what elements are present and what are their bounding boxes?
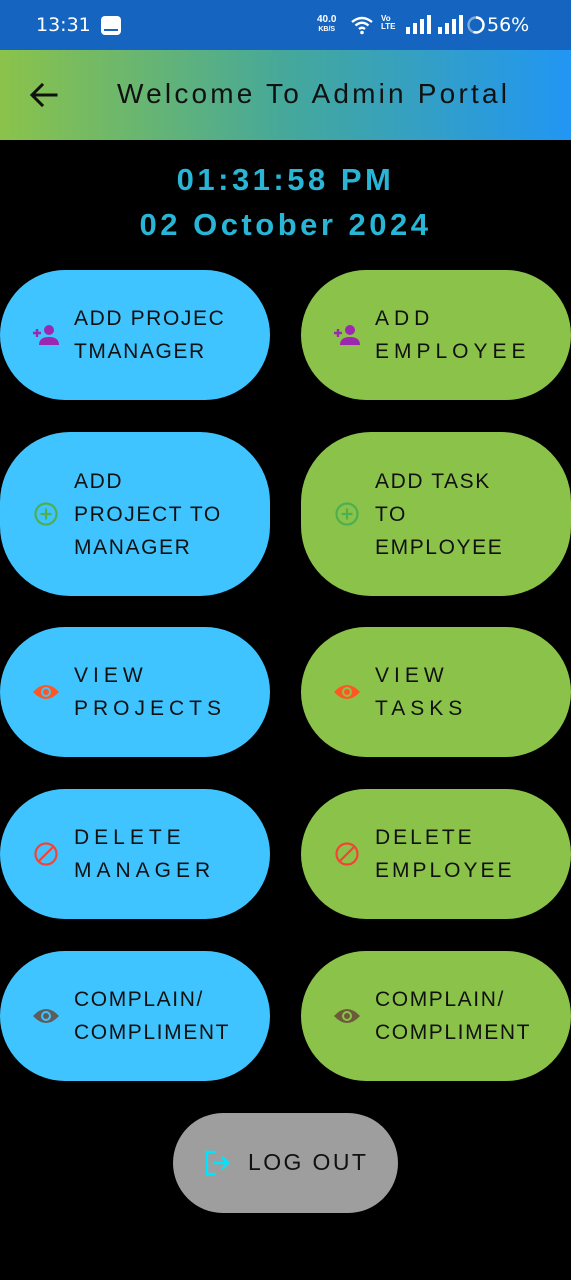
view-tasks-button[interactable]: VIEW TASKS <box>301 627 571 757</box>
logout-icon <box>205 1150 230 1176</box>
volte-bottom: LTE <box>381 22 396 31</box>
battery-ring-icon <box>467 16 485 34</box>
wifi-icon <box>351 16 373 35</box>
page-title: Welcome To Admin Portal <box>117 78 511 109</box>
complain-compliment-employee-button[interactable]: COMPLAIN/ COMPLIMENT <box>301 951 571 1081</box>
network-speed: 40.0 KB/S <box>317 15 336 34</box>
status-bar: 13:31 40.0 KB/S Vo LTE 56% <box>0 0 571 50</box>
arrow-back-icon[interactable] <box>26 80 62 110</box>
app-bar: Welcome To Admin Portal <box>0 50 571 140</box>
complain-compliment-employee-label: COMPLAIN/ COMPLIMENT <box>375 988 532 1044</box>
add-task-to-employee-label: ADD TASK TO EMPLOYEE <box>375 469 504 559</box>
clock-date: 02 October 2024 <box>139 207 432 242</box>
complain-compliment-manager-button[interactable]: COMPLAIN/ COMPLIMENT <box>0 951 270 1081</box>
person-add-icon <box>333 321 361 349</box>
notification-app-icon <box>101 16 121 35</box>
delete-employee-button[interactable]: DELETE EMPLOYEE <box>301 789 571 919</box>
visibility-icon <box>333 1002 361 1030</box>
add-project-manager-label: ADD PROJEC TMANAGER <box>74 307 226 363</box>
volte-indicator: Vo LTE <box>381 15 396 31</box>
add-circle-icon <box>32 500 60 528</box>
view-tasks-label: VIEW TASKS <box>375 664 468 720</box>
network-speed-unit: KB/S <box>318 26 336 33</box>
visibility-icon <box>32 678 60 706</box>
add-project-manager-button[interactable]: ADD PROJEC TMANAGER <box>0 270 270 400</box>
add-employee-button[interactable]: ADD EMPLOYEE <box>301 270 571 400</box>
view-projects-button[interactable]: VIEW PROJECTS <box>0 627 270 757</box>
add-task-to-employee-button[interactable]: ADD TASK TO EMPLOYEE <box>301 432 571 596</box>
delete-manager-button[interactable]: DELETE MANAGER <box>0 789 270 919</box>
add-employee-label: ADD EMPLOYEE <box>375 307 531 363</box>
person-add-icon <box>32 321 60 349</box>
add-project-to-manager-button[interactable]: ADD PROJECT TO MANAGER <box>0 432 270 596</box>
status-time: 13:31 <box>36 14 91 36</box>
delete-manager-label: DELETE MANAGER <box>74 826 216 882</box>
add-circle-icon <box>333 500 361 528</box>
view-projects-label: VIEW PROJECTS <box>74 664 227 720</box>
logout-label: LOG OUT <box>248 1149 369 1175</box>
add-project-to-manager-label: ADD PROJECT TO MANAGER <box>74 469 222 559</box>
clock-time: 01:31:58 PM <box>176 162 395 197</box>
visibility-icon <box>32 1002 60 1030</box>
block-icon <box>32 840 60 868</box>
delete-employee-label: DELETE EMPLOYEE <box>375 826 515 882</box>
battery-percent: 56% <box>487 14 530 36</box>
signal-icon-2 <box>438 15 463 34</box>
visibility-icon <box>333 678 361 706</box>
complain-compliment-manager-label: COMPLAIN/ COMPLIMENT <box>74 988 231 1044</box>
logout-button[interactable]: LOG OUT <box>173 1113 398 1213</box>
network-speed-value: 40.0 <box>317 14 337 25</box>
signal-icon <box>406 15 431 34</box>
block-icon <box>333 840 361 868</box>
